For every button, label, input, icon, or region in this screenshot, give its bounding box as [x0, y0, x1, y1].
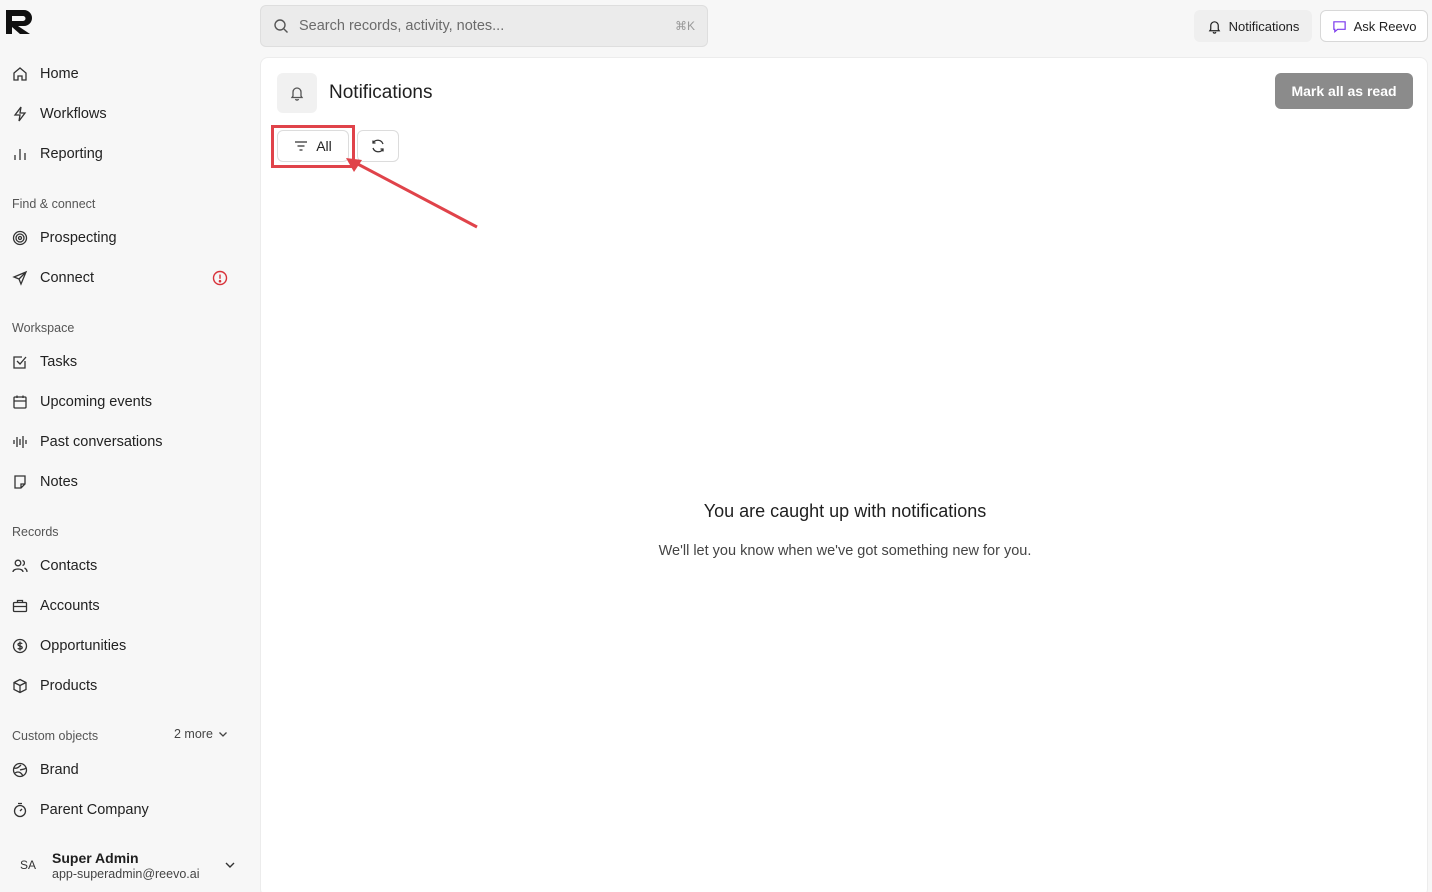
note-icon [12, 474, 28, 490]
custom-objects-more-toggle[interactable]: 2 more [174, 727, 229, 741]
briefcase-icon [12, 598, 28, 614]
waveform-icon [12, 434, 28, 450]
ask-reevo-label: Ask Reevo [1353, 18, 1417, 34]
checkbox-icon [12, 354, 28, 370]
sidebar-item-label: Products [40, 678, 98, 694]
user-menu[interactable]: SA Super Admin app-superadmin@reevo.ai [12, 845, 248, 885]
refresh-button[interactable] [357, 130, 399, 162]
home-icon [12, 66, 28, 82]
bar-chart-icon [12, 146, 28, 162]
page-title: Notifications [329, 82, 433, 103]
filter-icon [295, 141, 308, 151]
sidebar-item-workflows[interactable]: Workflows [0, 97, 248, 131]
section-label-workspace: Workspace [12, 321, 75, 335]
sidebar-item-label: Brand [40, 762, 79, 778]
section-label-custom-objects: Custom objects [12, 729, 99, 743]
section-label-records: Records [12, 525, 59, 539]
sidebar: Home Workflows Reporting Find & connect … [0, 0, 258, 892]
filter-label: All [316, 138, 332, 154]
empty-state-title: You are caught up with notifications [703, 501, 987, 521]
search-bar[interactable]: ⌘K [260, 5, 708, 47]
sidebar-item-contacts[interactable]: Contacts [0, 549, 248, 583]
empty-state-subtitle: We'll let you know when we've got someth… [658, 543, 1032, 559]
sidebar-item-label: Upcoming events [40, 394, 153, 410]
bell-icon [290, 87, 304, 101]
filter-button[interactable]: All [277, 130, 349, 162]
alert-circle-icon [212, 270, 228, 286]
section-label-find-connect: Find & connect [12, 197, 96, 211]
refresh-icon [372, 139, 384, 153]
send-icon [12, 270, 28, 286]
sidebar-item-upcoming-events[interactable]: Upcoming events [0, 385, 248, 419]
page-icon [277, 73, 317, 113]
sidebar-item-label: Home [40, 66, 79, 82]
search-input[interactable] [299, 18, 675, 34]
target-icon [12, 230, 28, 246]
avatar: SA [19, 858, 36, 872]
sidebar-item-home[interactable]: Home [0, 57, 248, 91]
search-icon [274, 19, 288, 33]
sidebar-item-label: Reporting [40, 146, 103, 162]
reevo-logo[interactable] [4, 8, 34, 36]
ask-reevo-button[interactable]: Ask Reevo [1320, 10, 1428, 42]
sidebar-item-opportunities[interactable]: Opportunities [0, 629, 248, 663]
stopwatch-icon [12, 802, 28, 818]
more-count: 2 more [174, 727, 213, 741]
box-icon [12, 678, 28, 694]
chevron-down-icon [225, 862, 235, 868]
sidebar-item-label: Contacts [40, 558, 98, 574]
globe-icon [12, 762, 28, 778]
search-shortcut: ⌘K [674, 19, 695, 33]
users-icon [12, 558, 28, 574]
calendar-icon [12, 394, 28, 410]
sidebar-item-products[interactable]: Products [0, 669, 248, 703]
dollar-circle-icon [12, 638, 28, 654]
sidebar-item-tasks[interactable]: Tasks [0, 345, 248, 379]
lightning-icon [12, 106, 28, 122]
sidebar-item-prospecting[interactable]: Prospecting [0, 221, 248, 255]
sidebar-item-label: Connect [40, 270, 95, 286]
user-email: app-superadmin@reevo.ai [52, 866, 200, 881]
sidebar-item-label: Notes [40, 474, 78, 490]
sidebar-item-label: Workflows [40, 106, 107, 122]
sidebar-item-label: Past conversations [40, 434, 163, 450]
sidebar-item-notes[interactable]: Notes [0, 465, 248, 499]
sidebar-item-connect[interactable]: Connect [0, 261, 248, 295]
user-info: Super Admin app-superadmin@reevo.ai [52, 850, 200, 881]
mark-all-read-button[interactable]: Mark all as read [1275, 73, 1413, 109]
notifications-panel: Notifications Mark all as read All You a… [260, 57, 1428, 892]
chevron-down-icon [218, 732, 227, 737]
sidebar-item-past-conversations[interactable]: Past conversations [0, 425, 248, 459]
sidebar-item-label: Prospecting [40, 230, 117, 246]
sidebar-item-reporting[interactable]: Reporting [0, 137, 248, 171]
sidebar-item-label: Opportunities [40, 638, 127, 654]
bell-icon [1208, 20, 1220, 34]
sidebar-item-parent-company[interactable]: Parent Company [0, 793, 248, 827]
sidebar-item-label: Accounts [40, 598, 100, 614]
sidebar-item-brand[interactable]: Brand [0, 753, 248, 787]
notifications-button[interactable]: Notifications [1194, 10, 1312, 42]
notifications-label: Notifications [1228, 18, 1300, 34]
sidebar-item-accounts[interactable]: Accounts [0, 589, 248, 623]
chat-icon [1332, 20, 1346, 33]
sidebar-item-label: Parent Company [40, 802, 149, 818]
user-name: Super Admin [52, 849, 139, 866]
sidebar-item-label: Tasks [40, 354, 78, 370]
